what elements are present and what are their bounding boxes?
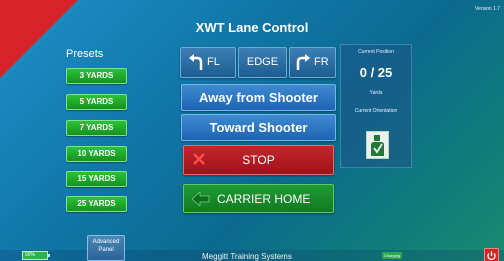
preset-3-yards-button[interactable]: 3 YARDS: [66, 68, 127, 84]
edge-button[interactable]: EDGE: [238, 47, 287, 78]
preset-25-yards-button[interactable]: 25 YARDS: [66, 196, 127, 212]
fr-label: FR: [314, 56, 329, 68]
presets-label: Presets: [66, 48, 104, 60]
charging-status: Charging: [382, 252, 402, 259]
battery-level: 90%: [25, 252, 36, 258]
target-silhouette-icon: [366, 131, 389, 159]
stop-label: STOP: [242, 153, 275, 167]
carrier-home-label: CARRIER HOME: [217, 192, 311, 206]
power-button[interactable]: [484, 248, 499, 261]
turn-fl-button[interactable]: FL: [180, 47, 236, 78]
advanced-panel-label: Advanced Panel: [92, 239, 120, 253]
preset-10-yards-button[interactable]: 10 YARDS: [66, 146, 127, 162]
corner-accent: [0, 0, 78, 78]
carrier-home-button[interactable]: CARRIER HOME: [183, 184, 334, 213]
battery-indicator: 90%: [22, 251, 50, 260]
current-position-value: 0 / 25: [359, 65, 393, 80]
stop-button[interactable]: STOP: [183, 145, 334, 175]
turn-right-arrow-icon: [296, 54, 310, 70]
turn-left-arrow-icon: [189, 54, 203, 70]
company-name: Meggitt Training Systems: [202, 252, 292, 261]
home-arrow-icon: [192, 191, 210, 206]
turn-fr-button[interactable]: FR: [289, 47, 336, 78]
status-panel: Current Position 0 / 25 Yards Current Or…: [340, 44, 412, 168]
power-icon: [487, 251, 496, 261]
lane-control-screen: XWT Lane Control Version 1.7 Presets 3 Y…: [0, 0, 504, 261]
fl-label: FL: [207, 56, 220, 68]
preset-7-yards-button[interactable]: 7 YARDS: [66, 120, 127, 136]
current-orientation-label: Current Orientation: [354, 108, 398, 114]
away-from-shooter-button[interactable]: Away from Shooter: [181, 84, 336, 111]
advanced-panel-button[interactable]: Advanced Panel: [87, 235, 125, 261]
current-position-label: Current Position: [358, 49, 394, 55]
version-label: Version 1.7: [474, 6, 500, 12]
edge-label: EDGE: [246, 56, 279, 68]
yards-label: Yards: [369, 90, 383, 96]
toward-shooter-button[interactable]: Toward Shooter: [181, 114, 336, 141]
preset-5-yards-button[interactable]: 5 YARDS: [66, 94, 127, 110]
preset-15-yards-button[interactable]: 15 YARDS: [66, 171, 127, 187]
app-title: XWT Lane Control: [195, 20, 309, 35]
